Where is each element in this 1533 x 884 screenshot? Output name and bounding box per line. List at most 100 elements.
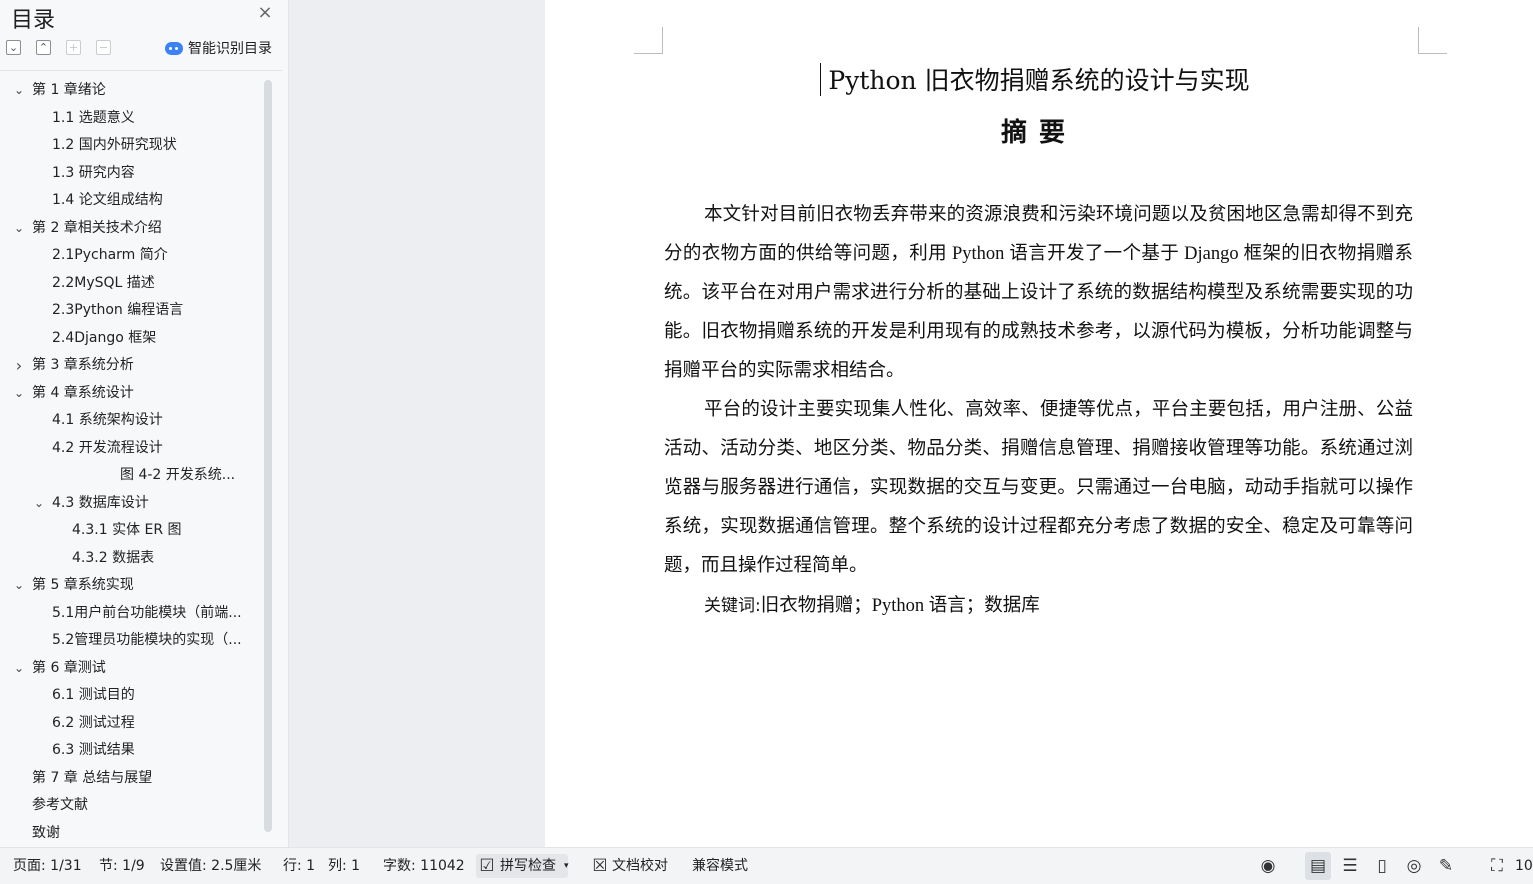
toc-item-label: 第 2 章相关技术介绍	[32, 219, 162, 236]
toc-item-label: 第 5 章系统实现	[32, 577, 134, 593]
toc-item[interactable]: 图 4-2 开发系统...	[0, 462, 262, 490]
toc-item[interactable]: ⌄ 第 6 章测试	[0, 655, 262, 683]
page-view-icon[interactable]: ▤	[1308, 856, 1328, 876]
status-section[interactable]: 节: 1/9	[99, 848, 145, 884]
add-heading-icon[interactable]: +	[66, 40, 81, 55]
toc-item[interactable]: 6.2 测试过程	[0, 710, 262, 738]
abstract-paragraph: 平台的设计主要实现集人性化、高效率、便捷等优点，平台主要包括，用户注册、公益活动…	[664, 400, 1413, 576]
toc-item-label: 1.1 选题意义	[52, 109, 135, 126]
toc-item-label: 4.1 系统架构设计	[52, 412, 163, 428]
toc-title: 目录	[11, 8, 56, 33]
toc-item[interactable]: 5.1用户前台功能模块（前端...	[0, 600, 262, 628]
toc-item[interactable]: 4.1 系统架构设计	[0, 407, 262, 435]
toc-item-label: 1.2 国内外研究现状	[52, 137, 177, 153]
toc-item-label: 2.2MySQL 描述	[52, 274, 155, 291]
expand-all-icon[interactable]: ⌄	[6, 40, 21, 55]
toc-item[interactable]: 致谢	[0, 820, 262, 848]
status-col: 列: 1	[328, 858, 361, 874]
toc-item-label: 4.2 开发流程设计	[52, 439, 163, 456]
toc-item[interactable]: 6.3 测试结果	[0, 737, 262, 765]
text-cursor	[820, 63, 821, 96]
toc-item-label: 4.3.1 实体 ER 图	[72, 522, 182, 538]
toc-scrollbar[interactable]	[264, 80, 272, 832]
toc-item[interactable]: 1.3 研究内容	[0, 160, 262, 188]
toc-item-label: 2.1Pycharm 简介	[52, 247, 168, 263]
chevron-down-icon[interactable]: ⌄	[32, 490, 46, 518]
toc-item[interactable]: ⌄ 第 1 章绪论	[0, 77, 262, 105]
toc-item[interactable]: 1.4 论文组成结构	[0, 187, 262, 215]
status-setting[interactable]: 设置值: 2.5厘米	[160, 848, 261, 884]
toc-item-label: 第 4 章系统设计	[32, 384, 134, 401]
abstract-paragraph: 本文针对目前旧衣物丢弃带来的资源浪费和污染环境问题以及贫困地区急需却得不到充分的…	[664, 205, 1413, 381]
fit-page-icon[interactable]: ⛶	[1487, 856, 1507, 876]
toc-item[interactable]: ⌄ 4.3 数据库设计	[0, 490, 262, 518]
status-bar: 页面: 1/31 节: 1/9 设置值: 2.5厘米 行: 1 列: 1 字数:…	[0, 847, 1533, 884]
chevron-down-icon[interactable]: ⌄	[12, 572, 26, 600]
margin-corner-mark	[1418, 27, 1447, 54]
doc-proof-icon[interactable]: ☒	[590, 856, 610, 876]
toc-item[interactable]: 2.2MySQL 描述	[0, 270, 262, 298]
toc-item[interactable]: 4.2 开发流程设计	[0, 435, 262, 463]
toc-item-label: 第 1 章绪论	[32, 82, 106, 98]
keywords-text: 旧衣物捐赠；Python 语言；数据库	[760, 596, 1040, 616]
doc-proof-button[interactable]: 文档校对	[612, 848, 668, 884]
toc-item[interactable]: 5.2管理员功能模块的实现（...	[0, 627, 262, 655]
web-view-icon[interactable]: ◎	[1404, 856, 1424, 876]
status-row: 行: 1	[283, 858, 316, 874]
toc-item-label: 6.1 测试目的	[52, 687, 135, 703]
toc-item[interactable]: 2.1Pycharm 简介	[0, 242, 262, 270]
toc-item[interactable]: 1.1 选题意义	[0, 105, 262, 133]
abstract-heading: 摘要	[1000, 118, 1077, 148]
toc-item[interactable]: 6.1 测试目的	[0, 682, 262, 710]
keywords-label: 关键词:	[704, 596, 761, 616]
chevron-down-icon[interactable]: ▾	[564, 848, 569, 884]
pen-icon[interactable]: ✎	[1436, 856, 1456, 876]
spell-check-label: 拼写检查	[500, 858, 556, 874]
toc-item[interactable]: 4.3.2 数据表	[0, 545, 262, 573]
document-page[interactable]: Python 旧衣物捐赠系统的设计与实现 摘要 本文针对目前旧衣物丢弃带来的资源…	[545, 0, 1533, 847]
toc-item[interactable]: 4.3.1 实体 ER 图	[0, 517, 262, 545]
remove-heading-icon[interactable]: −	[96, 40, 111, 55]
toc-item[interactable]: 2.4Django 框架	[0, 325, 262, 353]
zoom-level[interactable]: 10	[1515, 848, 1533, 884]
toc-item-label: 4.3 数据库设计	[52, 494, 149, 511]
toc-item[interactable]: 第 7 章 总结与展望	[0, 765, 262, 793]
status-page[interactable]: 页面: 1/31	[13, 848, 82, 884]
document-title: Python 旧衣物捐赠系统的设计与实现	[828, 66, 1250, 95]
status-word-count[interactable]: 字数: 11042	[383, 848, 465, 884]
collapse-all-icon[interactable]: ⌃	[36, 40, 51, 55]
toc-item-label: 第 6 章测试	[32, 659, 106, 676]
chevron-down-icon[interactable]: ⌄	[12, 380, 26, 408]
compat-mode-label: 兼容模式	[692, 858, 748, 874]
document-background	[289, 0, 545, 847]
chevron-down-icon[interactable]: ⌄	[12, 77, 26, 105]
toc-item-label: 2.4Django 框架	[52, 329, 157, 346]
spell-check-icon: ☑	[479, 856, 495, 876]
chevron-right-icon[interactable]: ›	[12, 352, 26, 380]
smart-toc-button[interactable]: 智能识别目录	[165, 38, 272, 58]
toc-item[interactable]: 参考文献	[0, 792, 262, 820]
toc-item[interactable]: 1.2 国内外研究现状	[0, 132, 262, 160]
toc-item-label: 2.3Python 编程语言	[52, 302, 184, 318]
close-icon[interactable]: ×	[256, 4, 274, 22]
ai-icon	[165, 41, 183, 55]
chevron-down-icon[interactable]: ⌄	[12, 655, 26, 683]
chevron-down-icon[interactable]: ⌄	[12, 215, 26, 243]
toc-item[interactable]: ⌄ 第 2 章相关技术介绍	[0, 215, 262, 243]
toc-item-label: 1.3 研究内容	[52, 164, 135, 181]
reading-view-icon[interactable]: ▯	[1372, 856, 1392, 876]
toc-item-label: 致谢	[32, 824, 60, 841]
toc-item-label: 参考文献	[32, 797, 88, 813]
toc-item[interactable]: ⌄ 第 4 章系统设计	[0, 380, 262, 408]
outline-view-icon[interactable]: ☰	[1340, 856, 1360, 876]
smart-toc-label: 智能识别目录	[188, 41, 272, 57]
eye-protection-icon[interactable]: ◉	[1258, 856, 1278, 876]
keywords-line: 关键词:旧衣物捐赠；Python 语言；数据库	[704, 587, 1040, 626]
toc-item-label: 5.1用户前台功能模块（前端...	[52, 604, 242, 621]
toc-item-label: 6.2 测试过程	[52, 714, 135, 731]
toc-item[interactable]: ⌄ 第 5 章系统实现	[0, 572, 262, 600]
toc-item-label: 5.2管理员功能模块的实现（...	[52, 632, 242, 648]
toc-item[interactable]: 2.3Python 编程语言	[0, 297, 262, 325]
toc-item[interactable]: › 第 3 章系统分析	[0, 352, 262, 380]
toc-item-label: 1.4 论文组成结构	[52, 192, 163, 208]
